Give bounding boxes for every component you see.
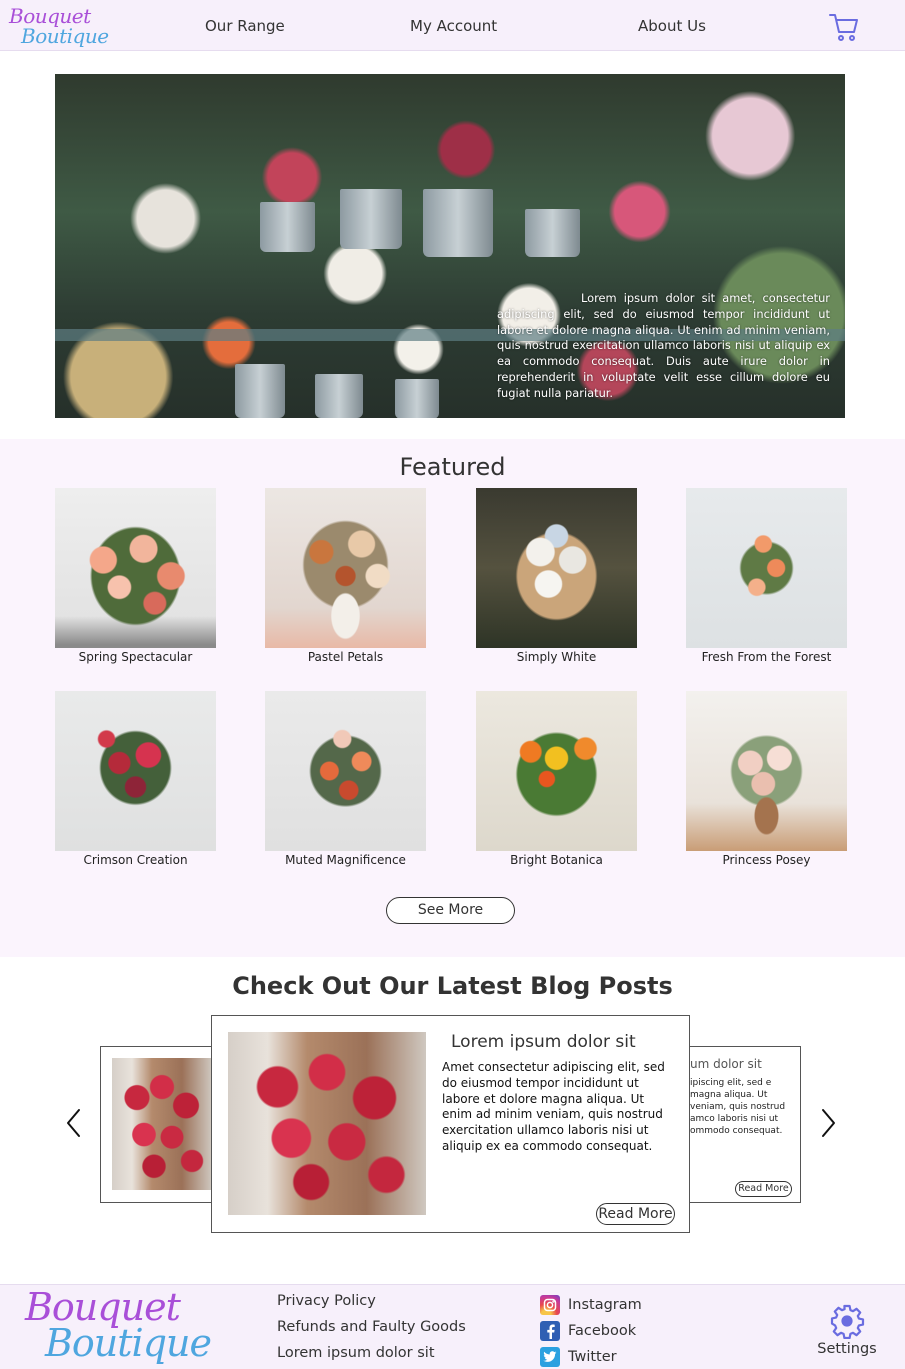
product-card[interactable]: Bright Botanica [476,691,637,867]
settings-button[interactable]: Settings [817,1303,877,1357]
blog-image [112,1058,212,1190]
product-card[interactable]: Spring Spectacular [55,488,216,664]
product-image[interactable] [476,488,637,648]
blog-heading: Lorem ipsum dolor sit [451,1032,636,1052]
read-more-button[interactable]: Read More [596,1203,675,1225]
social-label: Twitter [568,1349,617,1365]
featured-section: Featured Spring Spectacular Pastel Petal… [0,439,905,957]
product-card[interactable]: Pastel Petals [265,488,426,664]
read-more-button[interactable]: Read More [735,1181,792,1197]
top-navbar: Bouquet Boutique Our Range My Account Ab… [0,0,905,51]
featured-title: Featured [399,453,506,481]
blog-section-title: Check Out Our Latest Blog Posts [232,972,673,1000]
hero-banner-image: Lorem ipsum dolor sit amet, consectetur … [55,74,845,418]
brand-logo[interactable]: Bouquet Boutique [9,4,109,48]
product-card[interactable]: Simply White [476,488,637,664]
shopping-cart-icon[interactable] [828,11,860,43]
social-twitter[interactable]: Twitter [540,1347,617,1367]
product-image[interactable] [476,691,637,851]
social-label: Instagram [568,1297,642,1313]
footer: Bouquet Boutique Privacy Policy Refunds … [0,1284,905,1369]
product-name[interactable]: Simply White [476,650,637,664]
instagram-icon [540,1295,560,1315]
product-image[interactable] [55,691,216,851]
product-name[interactable]: Pastel Petals [265,650,426,664]
blog-heading: um dolor sit [690,1057,762,1071]
product-name[interactable]: Crimson Creation [55,853,216,867]
social-facebook[interactable]: Facebook [540,1321,636,1341]
blog-excerpt: Amet consectetur adipiscing elit, sed do… [442,1060,665,1153]
social-label: Facebook [568,1323,637,1339]
blog-card-next[interactable]: um dolor sit ipiscing elit, sed e magna … [689,1046,801,1203]
product-image[interactable] [265,488,426,648]
product-card[interactable]: Muted Magnificence [265,691,426,867]
social-instagram[interactable]: Instagram [540,1295,642,1315]
product-image[interactable] [265,691,426,851]
settings-label: Settings [817,1341,877,1357]
gear-icon [829,1303,865,1340]
blog-card-current[interactable]: Lorem ipsum dolor sit Amet consectetur a… [211,1015,690,1233]
product-name[interactable]: Spring Spectacular [55,650,216,664]
product-name[interactable]: Bright Botanica [476,853,637,867]
twitter-icon [540,1347,560,1367]
hero-description: Lorem ipsum dolor sit amet, consectetur … [497,291,830,400]
nav-our-range[interactable]: Our Range [205,17,285,35]
footer-link-privacy[interactable]: Privacy Policy [277,1293,376,1309]
product-image[interactable] [686,488,847,648]
facebook-icon [540,1321,560,1341]
logo-line-2: Boutique [21,24,109,48]
product-card[interactable]: Fresh From the Forest [686,488,847,664]
nav-about-us[interactable]: About Us [638,17,706,35]
blog-card-previous[interactable] [100,1046,212,1203]
blog-excerpt: ipiscing elit, sed e magna aliqua. Ut ve… [690,1078,786,1136]
product-card[interactable]: Princess Posey [686,691,847,867]
see-more-button[interactable]: See More [386,897,515,924]
product-image[interactable] [686,691,847,851]
product-name[interactable]: Muted Magnificence [265,853,426,867]
chevron-right-icon[interactable] [818,1107,838,1139]
product-image[interactable] [55,488,216,648]
blog-image [228,1032,426,1215]
logo-line-2: Boutique [45,1321,212,1365]
product-name[interactable]: Fresh From the Forest [686,650,847,664]
chevron-left-icon[interactable] [64,1107,84,1139]
product-name[interactable]: Princess Posey [686,853,847,867]
footer-link-lorem[interactable]: Lorem ipsum dolor sit [277,1345,435,1361]
product-card[interactable]: Crimson Creation [55,691,216,867]
footer-link-refunds[interactable]: Refunds and Faulty Goods [277,1319,466,1335]
nav-my-account[interactable]: My Account [410,17,497,35]
footer-brand-logo[interactable]: Bouquet Boutique [25,1285,212,1369]
